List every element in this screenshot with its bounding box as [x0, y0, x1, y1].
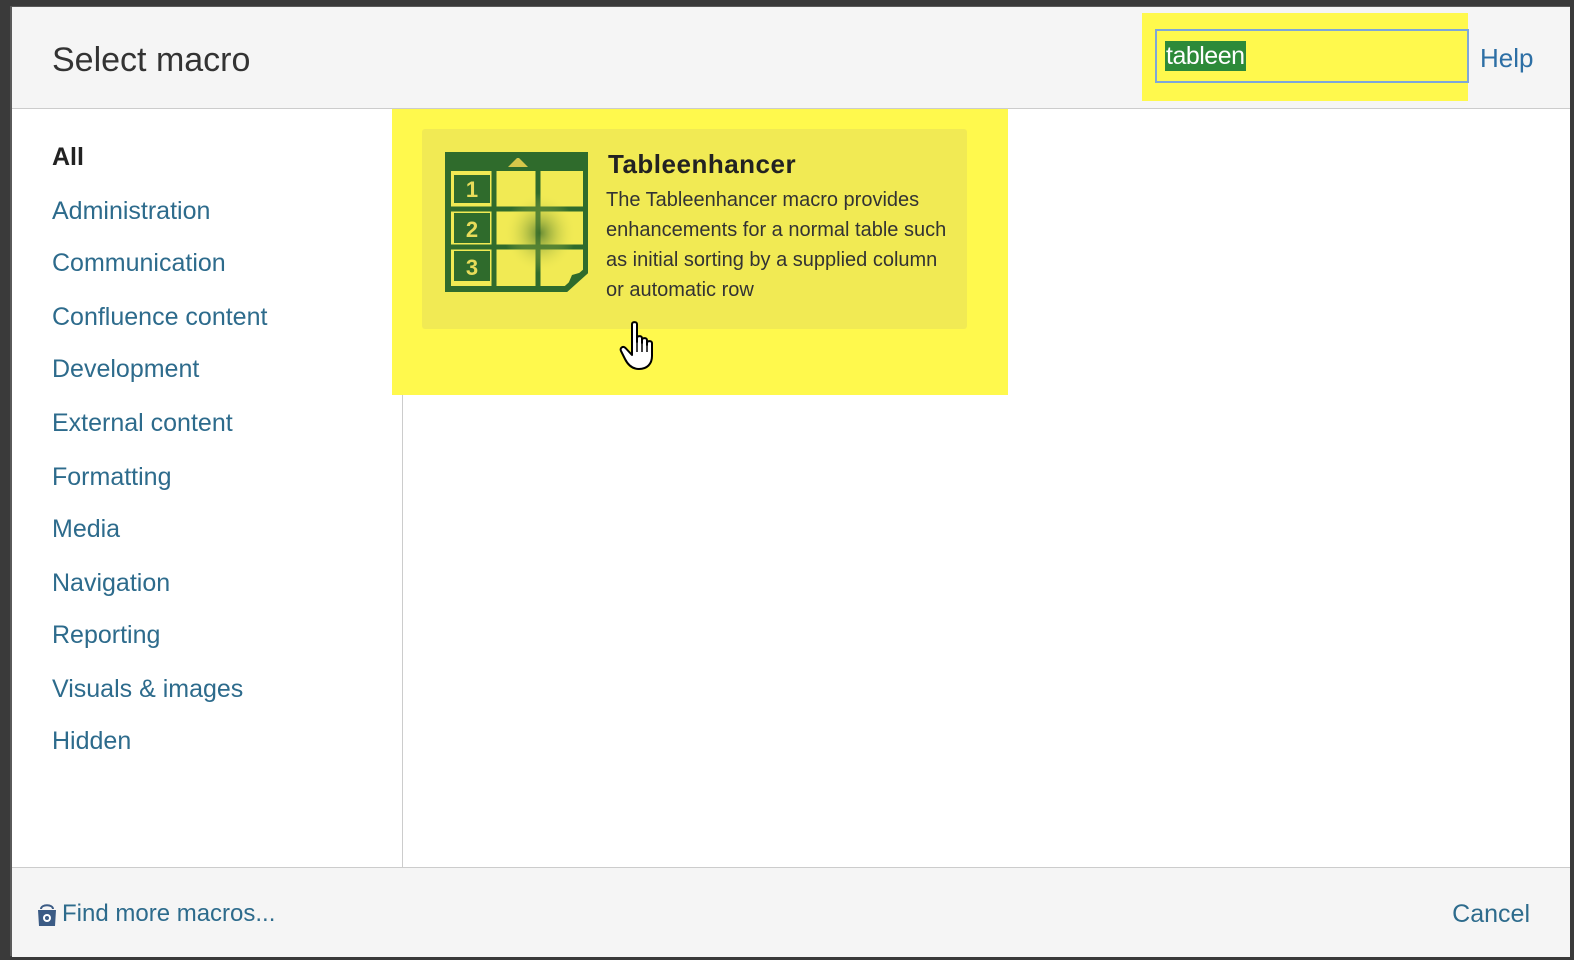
sidebar-item-reporting[interactable]: Reporting — [52, 621, 160, 650]
find-more-macros-link[interactable]: Find more macros... — [36, 900, 275, 928]
sidebar-item-all[interactable]: All — [52, 143, 84, 172]
dialog-title: Select macro — [52, 41, 251, 79]
macro-card-tableenhancer[interactable]: 1 2 3 Tableenhancer The Tableenhancer ma… — [422, 129, 967, 329]
search-selected-text: tableen — [1165, 41, 1246, 71]
select-macro-dialog: Select macro tableen Help All Administra… — [10, 6, 1570, 957]
sidebar-item-visuals-images[interactable]: Visuals & images — [52, 675, 243, 704]
sidebar-item-formatting[interactable]: Formatting — [52, 463, 171, 492]
sidebar-item-confluence-content[interactable]: Confluence content — [52, 303, 267, 332]
dialog-header: Select macro tableen Help — [12, 7, 1570, 109]
help-link[interactable]: Help — [1480, 43, 1533, 74]
table-icon: 1 2 3 — [442, 149, 588, 293]
hand-pointer-icon — [619, 321, 653, 370]
sidebar-item-navigation[interactable]: Navigation — [52, 569, 170, 598]
sidebar-item-media[interactable]: Media — [52, 515, 120, 544]
find-more-macros-label: Find more macros... — [62, 900, 276, 927]
macro-name: Tableenhancer — [608, 149, 797, 179]
dialog-footer: Find more macros... Cancel — [12, 867, 1570, 957]
table-icon-number-3: 3 — [466, 255, 478, 280]
category-sidebar: All Administration Communication Conflue… — [12, 109, 403, 867]
marketplace-bag-icon — [38, 904, 56, 926]
sidebar-item-communication[interactable]: Communication — [52, 249, 226, 278]
sidebar-item-external-content[interactable]: External content — [52, 409, 233, 438]
sidebar-item-development[interactable]: Development — [52, 355, 199, 384]
table-icon-number-1: 1 — [466, 177, 478, 202]
macro-description: The Tableenhancer macro provides enhance… — [606, 189, 947, 301]
table-icon-number-2: 2 — [466, 217, 478, 242]
sidebar-item-hidden[interactable]: Hidden — [52, 727, 131, 756]
cancel-button[interactable]: Cancel — [1452, 900, 1530, 929]
sidebar-item-administration[interactable]: Administration — [52, 197, 210, 226]
